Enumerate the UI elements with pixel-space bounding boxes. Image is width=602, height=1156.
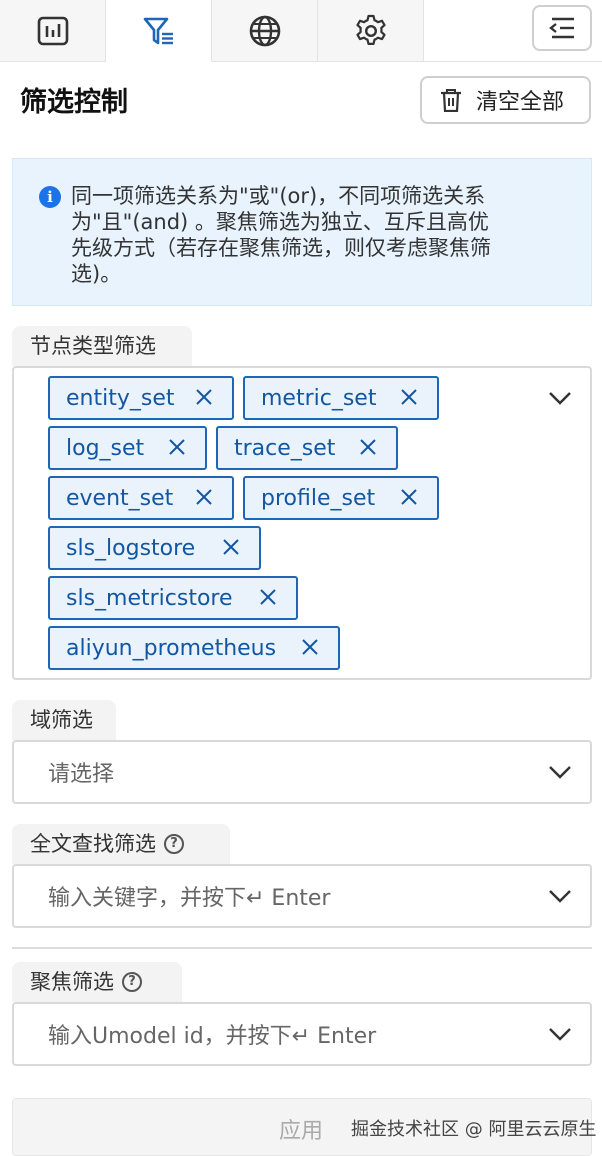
tag-label: sls_logstore [66,535,196,561]
focus-filter-label: 聚焦筛选 ? [12,962,182,1002]
close-icon[interactable] [194,387,214,407]
clear-all-label: 清空全部 [476,90,565,115]
close-icon[interactable] [167,437,187,457]
tag-label: sls_metricstore [66,585,233,611]
focus-umodel-placeholder: 输入Umodel id，并按下↵ Enter [48,1024,377,1049]
info-line: 先级方式（若存在聚焦筛选，则仅考虑聚焦筛 [71,236,491,260]
tag-label: event_set [66,485,174,511]
tag-aliyun-prometheus: aliyun_prometheus [48,626,340,670]
close-icon[interactable] [399,487,419,507]
fulltext-search-placeholder: 输入关键字，并按下↵ Enter [48,886,331,911]
info-line: 同一项筛选关系为"或"(or)，不同项筛选关系 [71,184,486,208]
focus-filter-label-text: 聚焦筛选 [30,970,114,994]
globe-icon [249,15,280,46]
bar-chart-icon [37,16,68,45]
domain-filter-label: 域筛选 [12,700,116,740]
domain-select-placeholder: 请选择 [48,762,115,787]
close-icon[interactable] [221,537,241,557]
apply-bar: 应用 掘金技术社区 @ 阿里云云原生 [12,1098,596,1156]
domain-filter-label-text: 域筛选 [30,708,93,732]
collapse-icon [549,17,574,39]
fulltext-search-input[interactable]: 输入关键字，并按下↵ Enter [12,864,592,928]
close-icon[interactable] [194,487,214,507]
info-icon: i [39,186,61,208]
tag-event-set: event_set [48,476,234,520]
filter-icon [143,17,173,44]
close-icon[interactable] [258,587,278,607]
tag-label: trace_set [234,435,336,461]
apply-button[interactable]: 应用 [279,1113,323,1145]
tag-metric-set: metric_set [243,376,439,420]
close-icon[interactable] [399,387,419,407]
chevron-down-icon[interactable] [548,1022,572,1046]
info-line: 为"且"(and) 。聚焦筛选为独立、互斥且高优 [71,210,489,234]
chevron-down-icon[interactable] [548,884,572,908]
watermark: 掘金技术社区 @ 阿里云云原生 [351,1119,597,1140]
tag-sls-logstore: sls_logstore [48,526,261,570]
chevron-down-icon[interactable] [548,760,572,784]
tag-trace-set: trace_set [216,426,398,470]
clear-all-button[interactable]: 清空全部 [420,76,591,124]
info-line: 选)。 [71,262,122,286]
tab-settings[interactable] [318,0,424,61]
tab-globe[interactable] [212,0,318,61]
tab-filter[interactable] [106,0,212,62]
tag-label: aliyun_prometheus [66,635,277,661]
gear-icon [355,14,386,45]
tag-profile-set: profile_set [243,476,439,520]
tag-entity-set: entity_set [48,376,234,420]
focus-umodel-input[interactable]: 输入Umodel id，并按下↵ Enter [12,1002,592,1066]
collapse-panel-button[interactable] [532,5,592,51]
tab-statistics[interactable] [0,0,106,61]
info-notice: i 同一项筛选关系为"或"(or)，不同项筛选关系 为"且"(and) 。聚焦筛… [12,158,592,306]
fulltext-filter-label-text: 全文查找筛选 [30,832,156,856]
chevron-down-icon[interactable] [548,386,572,410]
close-icon[interactable] [300,637,320,657]
domain-select[interactable]: 请选择 [12,740,592,804]
tab-bar [0,0,602,62]
node-type-filter-label-text: 节点类型筛选 [30,334,156,358]
tag-log-set: log_set [48,426,207,470]
divider [12,947,592,949]
tag-label: metric_set [261,385,377,411]
help-icon[interactable]: ? [122,972,142,992]
node-type-select[interactable]: entity_set metric_set log_set trace_set … [12,366,592,680]
panel-title: 筛选控制 [20,87,128,118]
help-icon[interactable]: ? [164,834,184,854]
close-icon[interactable] [358,437,378,457]
fulltext-filter-label: 全文查找筛选 ? [12,824,230,864]
tag-label: log_set [66,435,145,461]
tag-label: entity_set [66,385,175,411]
node-type-filter-label: 节点类型筛选 [12,326,192,366]
trash-icon [441,89,461,112]
tag-sls-metricstore: sls_metricstore [48,576,298,620]
tag-label: profile_set [261,485,376,511]
